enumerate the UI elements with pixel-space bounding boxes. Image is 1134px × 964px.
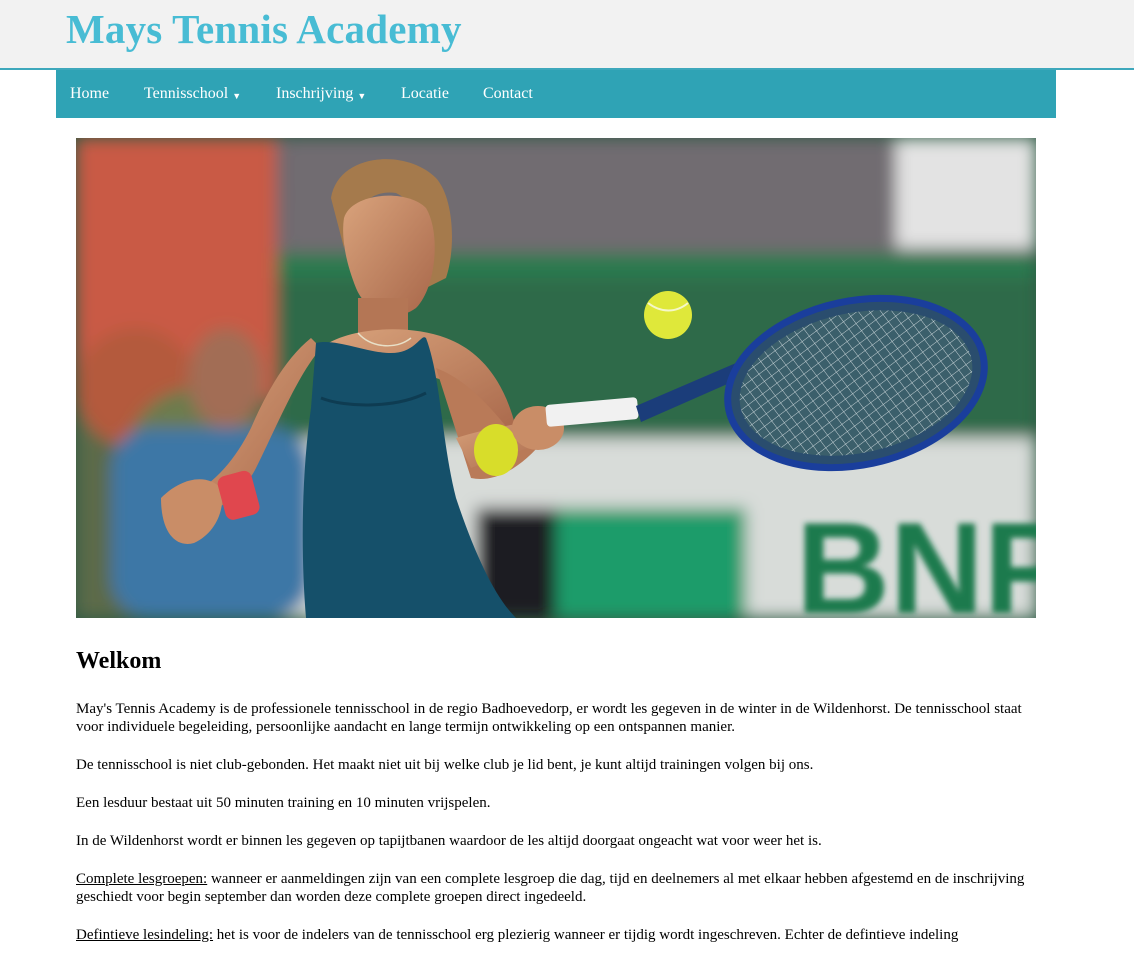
hero-image: BNP: [76, 138, 1036, 618]
groups-paragraph: Complete lesgroepen: wanneer er aanmeldi…: [76, 870, 1036, 906]
schedule-paragraph: Defintieve lesindeling: het is voor de i…: [76, 926, 1036, 944]
schedule-label: Defintieve lesindeling:: [76, 927, 214, 943]
nav-tennisschool-label: Tennisschool: [144, 85, 229, 102]
site-title[interactable]: Mays Tennis Academy: [66, 6, 462, 52]
tennis-player-photo: BNP: [76, 138, 1036, 618]
club-paragraph: De tennisschool is niet club-gebonden. H…: [76, 757, 814, 773]
duration-paragraph: Een lesduur bestaat uit 50 minuten train…: [76, 795, 491, 811]
nav-home-label: Home: [70, 85, 110, 102]
main-content: Welkom May's Tennis Academy is de profes…: [76, 644, 1036, 964]
nav-tennisschool[interactable]: Tennisschool ▼: [144, 70, 241, 118]
intro-paragraph: May's Tennis Academy is de professionele…: [76, 701, 1022, 735]
site-header: Mays Tennis Academy: [0, 0, 1134, 70]
location-paragraph: In de Wildenhorst wordt er binnen les ge…: [76, 833, 822, 849]
nav-locatie-label: Locatie: [401, 85, 449, 102]
nav-home[interactable]: Home: [70, 70, 109, 118]
schedule-text: het is voor de indelers van de tennissch…: [213, 927, 959, 943]
nav-locatie[interactable]: Locatie: [401, 70, 449, 118]
main-nav: Home Tennisschool ▼ Inschrijving ▼ Locatie…: [56, 70, 1056, 118]
groups-text: wanneer er aanmeldingen zijn van een com…: [76, 871, 1025, 905]
nav-contact[interactable]: Contact: [483, 70, 533, 118]
page-heading: Welkom: [76, 648, 162, 674]
nav-contact-label: Contact: [483, 85, 533, 102]
nav-inschrijving-label: Inschrijving: [276, 85, 354, 102]
groups-label: Complete lesgroepen:: [76, 871, 208, 887]
chevron-down-icon: ▼: [357, 91, 367, 101]
chevron-down-icon: ▼: [232, 91, 242, 101]
nav-inschrijving[interactable]: Inschrijving ▼: [276, 70, 366, 118]
banner-text: BNP: [796, 495, 1036, 618]
